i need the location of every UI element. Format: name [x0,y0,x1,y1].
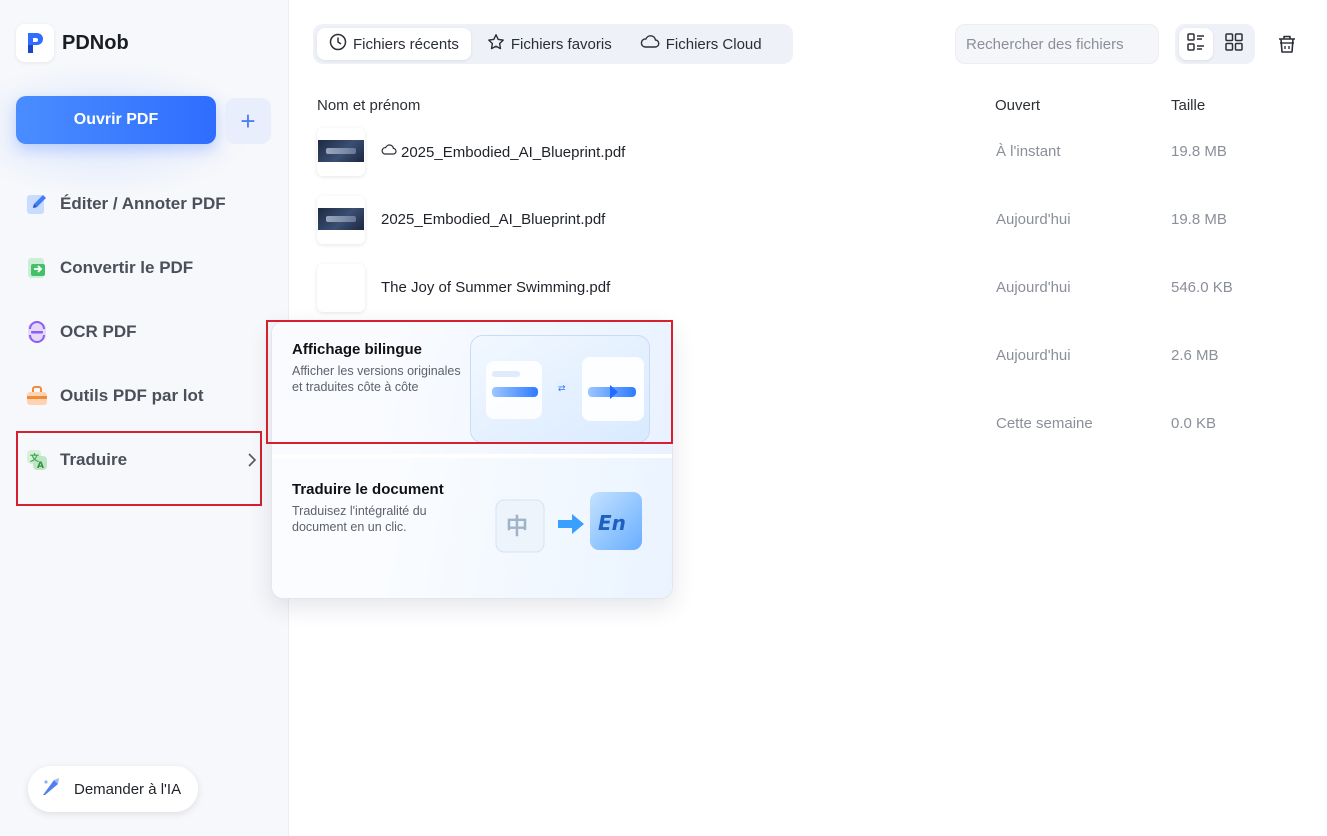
translate-document-option[interactable]: Traduire le document Traduisez l'intégra… [272,458,672,598]
column-opened[interactable]: Ouvert [995,97,1040,114]
edit-icon [24,191,50,217]
tab-label: Fichiers favoris [510,35,612,53]
file-name-text: 2025_Embodied_AI_Blueprint.pdf [381,211,606,228]
grid-view-button[interactable] [1217,28,1251,60]
ai-spark-icon [40,776,62,802]
pdnob-logo-icon [16,24,54,62]
file-size: 0.0 KB [1171,415,1217,432]
trash-icon[interactable] [1275,32,1299,56]
view-toggle [1175,24,1255,64]
file-name-text: 2025_Embodied_AI_Blueprint.pdf [401,143,626,161]
file-opened: À l'instant [996,143,1061,160]
tab-favorite-files[interactable]: Fichiers favoris [475,28,624,60]
tab-recent-files[interactable]: Fichiers récents [317,28,471,60]
convert-icon [24,255,50,281]
file-opened: Aujourd'hui [996,347,1071,364]
sidebar-item-convert[interactable]: Convertir le PDF [24,248,193,288]
open-pdf-button[interactable]: Ouvrir PDF [16,96,216,144]
file-opened: Cette semaine [996,415,1093,432]
option-description: Traduisez l'intégralité du document en u… [292,504,427,534]
file-thumbnail [317,264,365,312]
tab-cloud-files[interactable]: Fichiers Cloud [628,28,774,60]
star-icon [487,33,505,55]
sidebar-item-label: Éditer / Annoter PDF [60,194,226,213]
batch-tools-icon [24,383,50,409]
file-size: 2.6 MB [1171,347,1219,364]
sidebar-item-label: OCR PDF [60,322,137,341]
grid-view-icon [1224,32,1244,57]
list-view-button[interactable] [1179,28,1213,60]
file-name: The Joy of Summer Swimming.pdf [381,279,610,296]
sidebar-item-edit[interactable]: Éditer / Annoter PDF [24,184,226,224]
svg-text:中: 中 [506,515,528,540]
app-name: PDNob [62,31,129,54]
sidebar-item-label: Convertir le PDF [60,258,194,277]
file-row[interactable]: The Joy of Summer Swimming.pdf Aujourd'h… [313,258,1303,318]
file-name: 2025_Embodied_AI_Blueprint.pdf [381,143,625,161]
column-size[interactable]: Taille [1171,97,1205,114]
file-opened: Aujourd'hui [996,211,1071,228]
ocr-icon [24,319,50,345]
file-size: 19.8 MB [1171,143,1227,160]
ask-ai-label: Demander à l'IA [74,780,182,798]
tab-label: Fichiers Cloud [665,35,762,53]
search-input[interactable]: Rechercher des fichiers [955,24,1159,64]
add-button[interactable]: + [225,98,271,144]
highlight-box [266,320,673,444]
clock-icon [329,33,347,55]
file-size: 19.8 MB [1171,211,1227,228]
file-name: 2025_Embodied_AI_Blueprint.pdf [381,211,605,228]
sidebar-item-label: Outils PDF par lot [60,386,204,405]
file-opened: Aujourd'hui [996,279,1071,296]
file-tabs: Fichiers récents Fichiers favoris Fichie… [313,24,793,64]
option-title: Traduire le document [292,481,444,498]
plus-icon: + [240,105,256,136]
file-row[interactable]: 2025_Embodied_AI_Blueprint.pdf Aujourd'h… [313,190,1303,250]
column-name[interactable]: Nom et prénom [317,97,420,114]
cloud-icon [381,143,397,161]
svg-text:En: En [598,511,626,535]
sidebar-item-ocr[interactable]: OCR PDF [24,312,137,352]
sidebar-item-batch[interactable]: Outils PDF par lot [24,376,204,416]
file-row[interactable]: 2025_Embodied_AI_Blueprint.pdf À l'insta… [313,122,1303,182]
search-placeholder: Rechercher des fichiers [966,35,1124,53]
file-thumbnail [317,196,365,244]
sidebar: PDNob Ouvrir PDF + Éditer / Annoter PDF … [0,0,289,836]
file-name-text: The Joy of Summer Swimming.pdf [381,279,611,296]
app-logo: PDNob [16,24,129,62]
file-size: 546.0 KB [1171,279,1233,296]
ask-ai-button[interactable]: Demander à l'IA [28,766,198,812]
cloud-icon [640,33,660,55]
file-thumbnail [317,128,365,176]
list-view-icon [1186,32,1206,57]
highlight-box [16,431,262,506]
tab-label: Fichiers récents [353,35,459,53]
document-translate-illustration-icon: 中 En [486,470,656,595]
